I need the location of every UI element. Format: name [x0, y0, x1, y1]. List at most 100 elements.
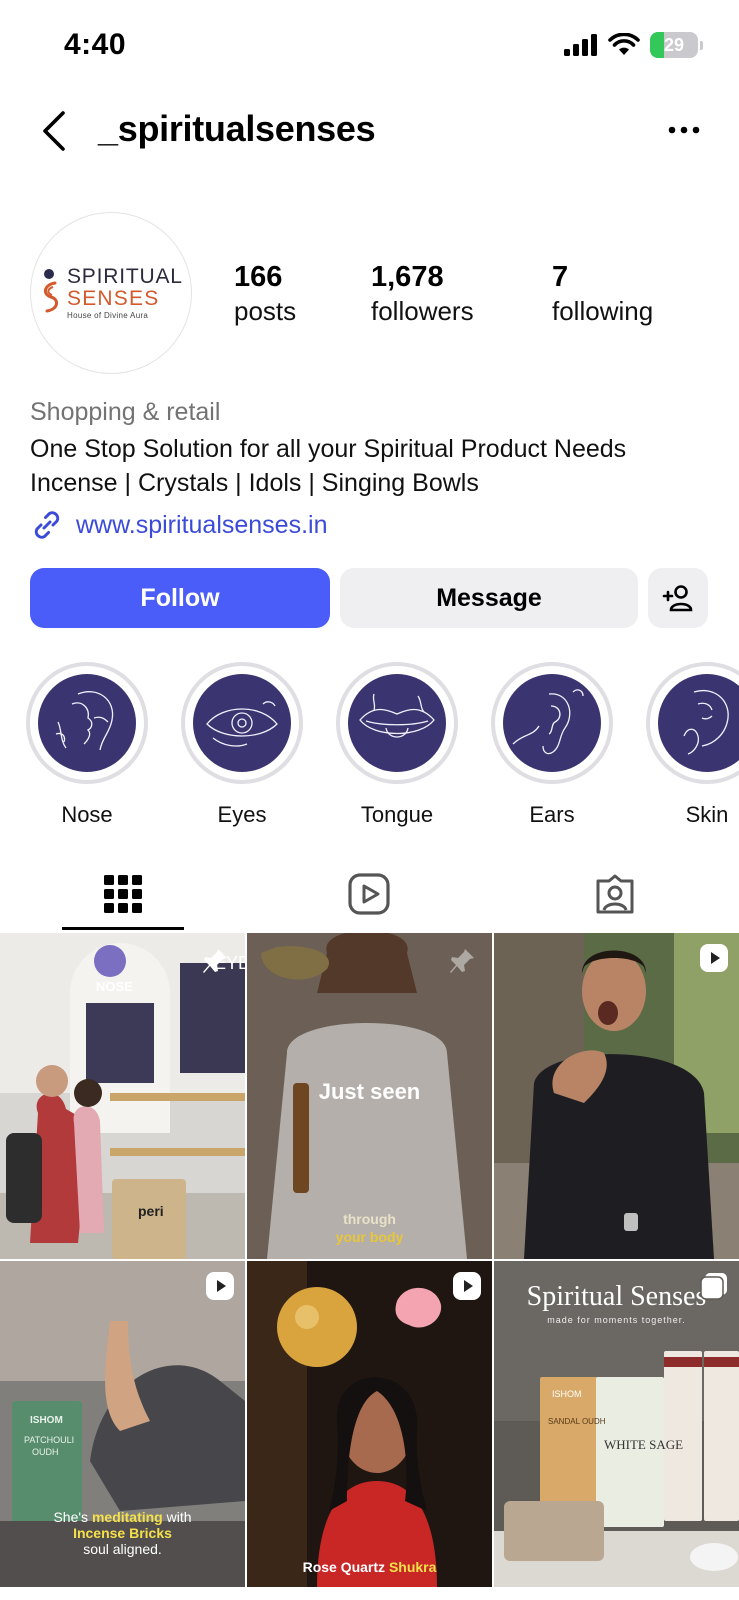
- highlight-cover: [503, 674, 601, 772]
- reel-badge: [452, 1271, 482, 1306]
- reels-icon: [348, 873, 390, 915]
- link-icon: [34, 511, 60, 539]
- highlight-ring: [26, 662, 148, 784]
- ear-line-art-icon: [512, 689, 584, 755]
- more-options-button[interactable]: [659, 110, 709, 150]
- caption-part: She's: [53, 1509, 92, 1525]
- stat-value: 7: [552, 261, 569, 293]
- stat-posts[interactable]: 166 posts: [234, 260, 296, 328]
- status-icons: 29: [564, 32, 703, 58]
- active-tab-indicator: [62, 927, 184, 930]
- highlight-cover: [658, 674, 739, 772]
- stat-label: followers: [371, 296, 474, 326]
- tagged-icon: [596, 874, 634, 914]
- pin-icon: [203, 949, 227, 973]
- post-tile[interactable]: Spiritual Senses made for moments togeth…: [494, 1261, 739, 1587]
- product-label: PATCHOULI: [24, 1435, 75, 1445]
- post-overlay-just-seen: Just seen: [318, 1079, 421, 1104]
- pinned-badge: [448, 947, 476, 980]
- reel-icon: [453, 1272, 481, 1300]
- stat-label: following: [552, 296, 654, 326]
- post-text-nose: NOSE: [96, 979, 133, 994]
- post-tile[interactable]: NOSE EYE peri: [0, 933, 245, 1259]
- highlight-label: Ears: [529, 802, 575, 827]
- back-button[interactable]: [34, 106, 74, 156]
- post-text-bag: peri: [138, 1203, 164, 1219]
- post-tile[interactable]: [494, 933, 739, 1259]
- caption-highlight: meditating: [91, 1509, 163, 1525]
- follow-button[interactable]: Follow: [30, 568, 330, 628]
- battery-icon: 29: [650, 32, 698, 58]
- reel-badge: [699, 943, 729, 978]
- cellular-signal-icon: [564, 34, 597, 56]
- tab-reels[interactable]: [246, 856, 492, 932]
- grid-icon: [104, 875, 142, 913]
- post-subtitle: made for moments together.: [547, 1315, 686, 1325]
- tab-posts-grid[interactable]: [0, 856, 246, 932]
- suggested-accounts-button[interactable]: [648, 568, 708, 628]
- stat-followers[interactable]: 1,678 followers: [371, 260, 474, 328]
- highlight-ring: [646, 662, 739, 784]
- post-tile[interactable]: Rose Quartz Shukra: [247, 1261, 492, 1587]
- highlight-cover: [193, 674, 291, 772]
- caption-part: with: [162, 1509, 192, 1525]
- more-dots-icon: [668, 126, 700, 134]
- profile-header: _spiritualsenses: [0, 96, 739, 166]
- carousel-icon: [700, 1273, 727, 1300]
- logo-tagline: House of Divine Aura: [67, 311, 149, 320]
- highlight-eyes[interactable]: Eyes: [181, 662, 303, 828]
- pin-icon: [450, 949, 474, 973]
- highlight-ring: [491, 662, 613, 784]
- highlight-label: Tongue: [360, 802, 434, 827]
- post-caption-line: your body: [335, 1229, 404, 1245]
- product-label: ISHOM: [552, 1389, 582, 1399]
- stat-value: 166: [234, 261, 283, 293]
- eye-line-art-icon: [206, 701, 278, 747]
- logo-text-spiritual: SPIRITUAL: [67, 265, 183, 288]
- caption-highlight: Shukra: [388, 1559, 437, 1575]
- status-time: 4:40: [64, 28, 127, 61]
- highlight-label: Eyes: [217, 802, 267, 827]
- profile-bio: One Stop Solution for all your Spiritual…: [30, 432, 720, 500]
- highlight-tongue[interactable]: Tongue: [336, 662, 458, 828]
- product-label: OUDH: [32, 1447, 59, 1457]
- post-caption-line: soul aligned.: [83, 1541, 162, 1557]
- product-label: SANDAL OUDH: [548, 1417, 606, 1426]
- face-touch-line-art-icon: [683, 690, 729, 755]
- tab-tagged[interactable]: [492, 856, 738, 932]
- spiritual-senses-logo-mark-icon: [44, 269, 58, 313]
- highlight-ring: [181, 662, 303, 784]
- chevron-left-icon: [43, 111, 65, 151]
- product-label: ISHOM: [30, 1415, 63, 1426]
- post-caption-line: through: [343, 1211, 396, 1227]
- carousel-badge: [699, 1271, 729, 1306]
- highlight-nose[interactable]: Nose: [26, 662, 148, 828]
- highlight-cover: [348, 674, 446, 772]
- pinned-badge: [201, 947, 229, 980]
- caption-highlight: Incense Bricks: [73, 1525, 172, 1541]
- bio-line: One Stop Solution for all your Spiritual…: [30, 435, 627, 463]
- reel-icon: [700, 944, 728, 972]
- logo-text-senses: SENSES: [67, 287, 160, 310]
- stat-following[interactable]: 7 following: [552, 260, 653, 328]
- status-bar: 4:40 29: [0, 0, 739, 92]
- stat-value: 1,678: [371, 261, 444, 293]
- post-tile[interactable]: ISHOM PATCHOULI OUDH She's meditating wi…: [0, 1261, 245, 1587]
- face-line-art-icon: [55, 691, 114, 751]
- highlight-skin[interactable]: Skin: [646, 662, 739, 828]
- bio-line: Incense | Crystals | Idols | Singing Bow…: [30, 469, 479, 497]
- highlight-ring: [336, 662, 458, 784]
- post-caption-line: Rose Quartz Shukra: [247, 1559, 492, 1575]
- highlight-ears[interactable]: Ears: [491, 662, 613, 828]
- profile-link[interactable]: www.spiritualsenses.in: [30, 508, 328, 542]
- product-label: WHITE SAGE: [604, 1437, 684, 1452]
- profile-link-text[interactable]: www.spiritualsenses.in: [76, 511, 328, 540]
- profile-avatar[interactable]: SPIRITUAL SENSES House of Divine Aura: [30, 212, 192, 374]
- wifi-icon: [608, 33, 640, 55]
- post-caption-line: She's meditating with: [0, 1509, 245, 1525]
- post-image-speaker: [494, 933, 739, 1259]
- post-tile[interactable]: Just seen through your body: [247, 933, 492, 1259]
- stat-label: posts: [234, 296, 297, 326]
- message-button[interactable]: Message: [340, 568, 638, 628]
- highlight-label: Skin: [685, 802, 729, 827]
